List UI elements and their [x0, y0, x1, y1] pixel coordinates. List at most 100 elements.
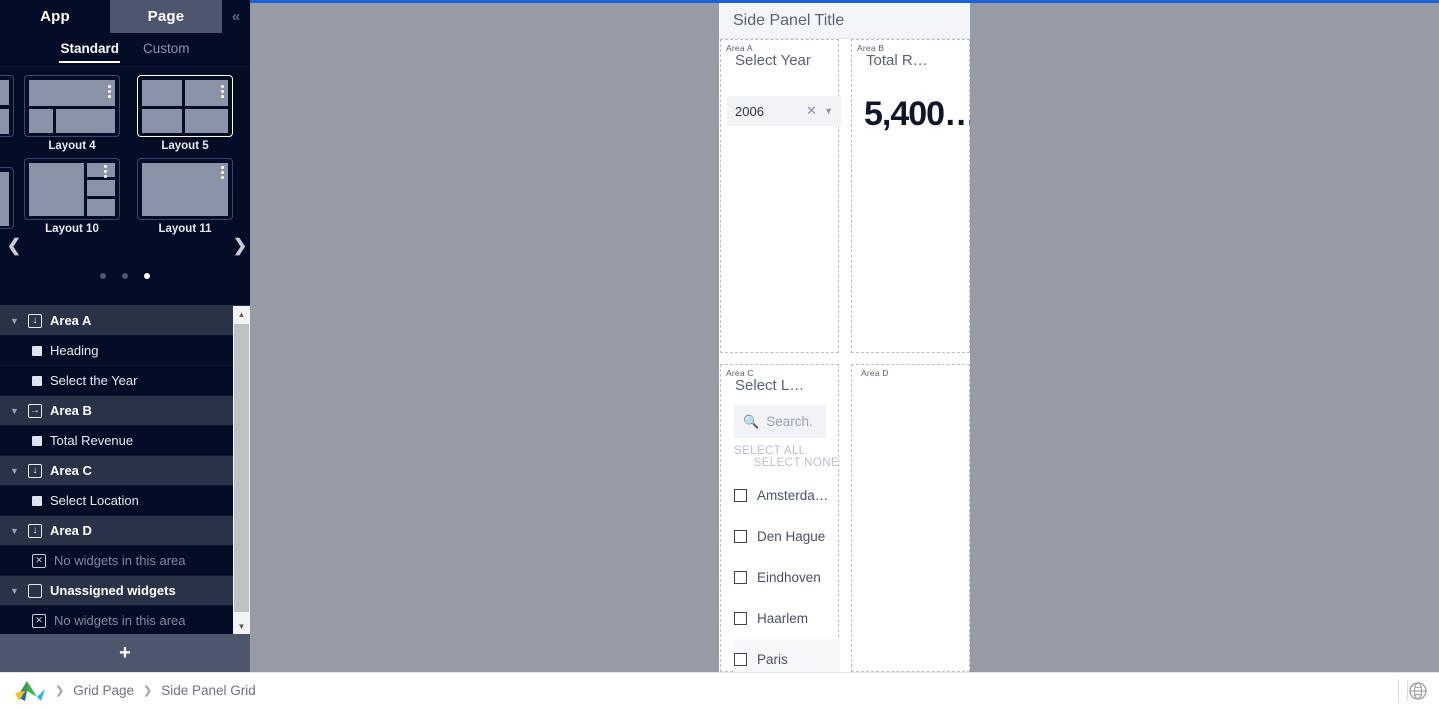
globe-icon[interactable] [1407, 681, 1427, 701]
list-item[interactable]: Amsterda… [734, 475, 840, 516]
tree-widget-heading[interactable]: Heading [0, 336, 233, 366]
chevron-right-icon[interactable]: ❯ [231, 235, 249, 257]
layout-thumb-5[interactable] [137, 75, 233, 137]
kebab-menu-icon[interactable] [221, 166, 224, 181]
tree-scrollbar[interactable]: ▲ ▼ [233, 306, 250, 635]
caret-down-icon[interactable]: ▼ [824, 106, 833, 116]
breadcrumb-separator-icon: ❯ [55, 685, 65, 697]
layout-thumb-peek-bottom[interactable] [0, 167, 14, 229]
plus-icon: + [119, 641, 131, 664]
breadcrumb: ❯ Grid Page ❯ Side Panel Grid [55, 683, 256, 698]
caret-down-icon[interactable]: ▼ [10, 316, 20, 326]
caret-down-icon[interactable]: ▼ [10, 586, 20, 596]
location-search-input[interactable]: 🔍 Search. [734, 405, 826, 438]
tree-scrollbar-thumb[interactable] [234, 324, 249, 612]
layout-thumb-grid: Layout 4 Layout 5 Layout 10 Layout 11 [24, 75, 233, 235]
add-widget-button[interactable]: + [0, 634, 250, 672]
kebab-menu-icon[interactable] [221, 85, 224, 100]
tab-app[interactable]: App [0, 0, 110, 33]
tree-empty-area-d-label: No widgets in this area [54, 553, 186, 568]
tree-area-a[interactable]: ▼ ↓ Area A [0, 306, 233, 336]
tree-area-a-label: Area A [50, 313, 92, 328]
tree-empty-unassigned: ✕ No widgets in this area [0, 606, 233, 635]
subtab-custom[interactable]: Custom [143, 41, 190, 59]
select-none-link[interactable]: SELECT NONE [734, 457, 839, 469]
year-select[interactable]: 2006 ✕ ▼ [727, 96, 841, 126]
list-item[interactable]: Eindhoven [734, 557, 840, 598]
checkbox-icon[interactable] [734, 489, 747, 502]
side-panel-preview: Side Panel Title Area A Select Year 2006… [719, 3, 970, 672]
list-item[interactable]: Haarlem [734, 598, 840, 639]
checkbox-icon[interactable] [734, 653, 747, 666]
tree-unassigned-widgets-label: Unassigned widgets [50, 583, 176, 598]
select-all-none-links: SELECT ALL SELECT NONE [734, 445, 839, 469]
kebab-menu-icon[interactable] [108, 85, 111, 100]
breadcrumb-item-grid-page[interactable]: Grid Page [73, 683, 134, 698]
checkbox-icon[interactable] [734, 571, 747, 584]
tree-widget-select-the-year[interactable]: Select the Year [0, 366, 233, 396]
kebab-menu-icon[interactable] [104, 165, 107, 180]
checkbox-icon[interactable] [734, 612, 747, 625]
layout-option-11[interactable]: Layout 11 [137, 158, 233, 235]
tab-page-label: Page [147, 8, 185, 25]
grid-area-c[interactable]: Area C Select L… 🔍 Search. SELECT ALL SE… [720, 364, 840, 672]
chevron-double-left-icon[interactable]: « [222, 0, 250, 33]
tree-widget-total-revenue[interactable]: Total Revenue [0, 426, 233, 456]
select-all-link[interactable]: SELECT ALL [734, 445, 839, 457]
widget-square-icon [32, 495, 42, 506]
tree-widget-select-location[interactable]: Select Location [0, 486, 233, 516]
layout-option-4[interactable]: Layout 4 [24, 75, 120, 152]
list-item-label: Den Hague [757, 529, 826, 544]
checkbox-icon[interactable] [734, 530, 747, 543]
tree-widget-select-the-year-label: Select the Year [50, 373, 138, 388]
unassigned-box-icon [28, 583, 42, 598]
tree-area-d[interactable]: ▼ ↓ Area D [0, 516, 233, 546]
tab-page[interactable]: Page [110, 0, 222, 33]
layout-thumb-4[interactable] [24, 75, 120, 137]
caret-down-icon[interactable]: ▼ [10, 526, 20, 536]
layout-thumb-peek-top[interactable] [0, 75, 14, 137]
tree-area-b[interactable]: ▼ → Area B [0, 396, 233, 426]
list-item[interactable]: Paris [734, 639, 840, 672]
tree-area-b-label: Area B [50, 403, 92, 418]
layout-thumb-10[interactable] [24, 158, 120, 220]
breadcrumb-item-side-panel-grid[interactable]: Side Panel Grid [161, 683, 256, 698]
gallery-pager-dot-1[interactable] [100, 273, 106, 279]
layout-thumb-11[interactable] [137, 158, 233, 220]
layout-gallery: ❮ ❯ Layout 4 Layout 5 Layout 10 Layout 1… [0, 67, 250, 298]
tree-area-c[interactable]: ▼ ↓ Area C [0, 456, 233, 486]
list-item-label: Amsterda… [757, 488, 829, 503]
widget-square-icon [32, 375, 42, 386]
caret-down-icon[interactable]: ▼ [10, 466, 20, 476]
gallery-pager-dot-3[interactable] [144, 273, 150, 279]
list-item[interactable]: Den Hague [734, 516, 840, 557]
layout-option-5[interactable]: Layout 5 [137, 75, 233, 152]
year-select-value: 2006 [735, 103, 764, 119]
list-item-label: Paris [757, 652, 788, 667]
caret-down-icon[interactable]: ▼ [10, 406, 20, 416]
area-down-icon: ↓ [28, 313, 42, 328]
scroll-up-icon[interactable]: ▲ [233, 306, 250, 323]
gallery-pager-dot-2[interactable] [122, 273, 128, 279]
tree-empty-unassigned-label: No widgets in this area [54, 613, 186, 628]
list-item-label: Eindhoven [757, 570, 821, 585]
chevron-left-icon[interactable]: ❮ [5, 235, 23, 257]
app-root: App Page « Standard Custom ❮ ❯ Layout 4 … [0, 0, 1439, 708]
tree-widget-heading-label: Heading [50, 343, 99, 358]
side-panel-grid: Area A Select Year 2006 ✕ ▼ Area B Total… [719, 39, 970, 672]
scroll-down-icon[interactable]: ▼ [233, 618, 250, 635]
area-right-icon: → [28, 403, 42, 418]
location-search-placeholder: Search. [766, 414, 813, 429]
layout-option-10[interactable]: Layout 10 [24, 158, 120, 235]
area-down-icon: ↓ [28, 463, 42, 478]
grid-area-d[interactable]: Area D [851, 364, 970, 672]
subtab-standard[interactable]: Standard [59, 40, 120, 63]
tree-unassigned-widgets[interactable]: ▼ Unassigned widgets [0, 576, 233, 606]
widget-square-icon [32, 435, 42, 446]
clear-x-icon[interactable]: ✕ [806, 103, 817, 119]
grid-area-b[interactable]: Area B Total R… 5,400… [851, 39, 970, 353]
app-logo-icon[interactable] [13, 679, 47, 703]
subtab-standard-label: Standard [60, 40, 119, 56]
grid-area-a[interactable]: Area A Select Year 2006 ✕ ▼ [720, 39, 841, 353]
widget-title-total-revenue: Total R… [866, 52, 928, 69]
